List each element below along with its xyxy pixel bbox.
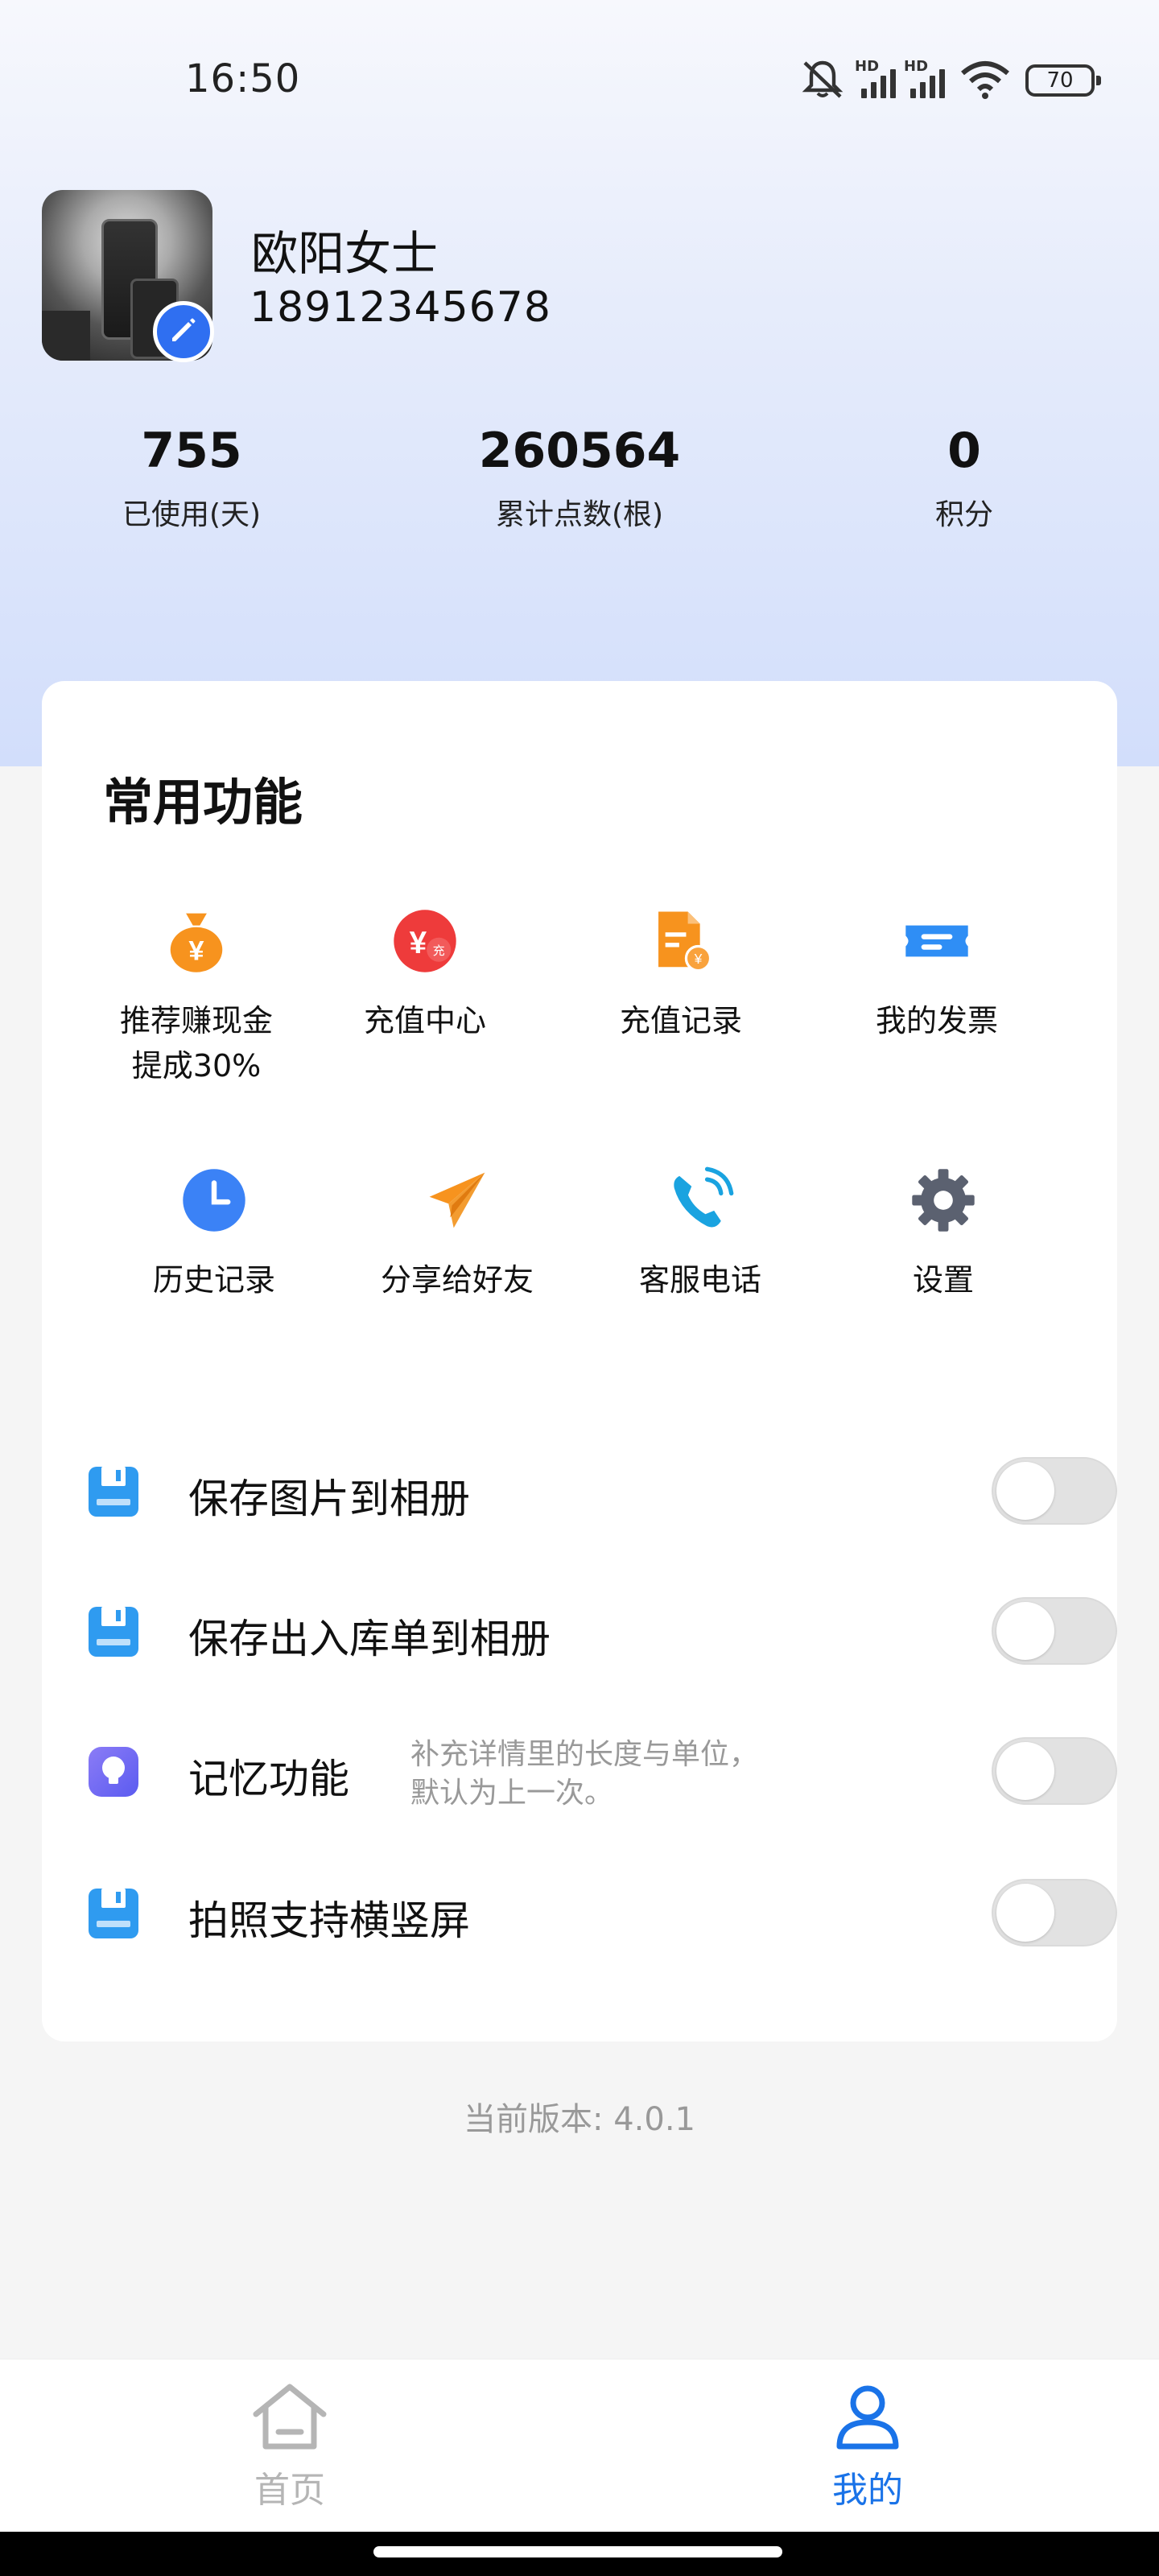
func-label: 历史记录 <box>152 1262 275 1298</box>
func-recharge-center[interactable]: ¥ 充 充值中心 <box>304 905 546 1043</box>
func-label-line1: 推荐赚现金 <box>119 1003 273 1038</box>
func-label: 分享给好友 <box>380 1262 534 1298</box>
stat-value: 755 <box>141 423 242 479</box>
pencil-icon <box>167 314 200 349</box>
func-label-line2: 提成30% <box>131 1048 262 1084</box>
func-history[interactable]: 历史记录 <box>93 1164 335 1302</box>
toggle-knob <box>996 1884 1054 1942</box>
phone-icon <box>664 1164 736 1236</box>
setting-save-image: 保存图片到相册 <box>42 1435 1117 1547</box>
stat-score[interactable]: 0 积分 <box>935 419 993 533</box>
recharge-yen-icon: ¥ 充 <box>389 905 461 977</box>
toggle-knob <box>996 1602 1054 1660</box>
save-image-toggle[interactable] <box>992 1457 1117 1525</box>
invoice-ticket-icon <box>901 905 973 977</box>
user-phone: 18912345678 <box>250 283 551 332</box>
functions-card: 常用功能 ¥ 推荐赚现金 提成30% ¥ 充 充值中心 ¥ 充值记录 我的发票 … <box>42 681 1117 2041</box>
svg-text:充: 充 <box>433 943 445 958</box>
record-document-icon: ¥ <box>645 905 717 977</box>
save-inout-order-toggle[interactable] <box>992 1597 1117 1665</box>
toggle-knob <box>996 1462 1054 1520</box>
func-label: 我的发票 <box>875 1003 998 1038</box>
func-label: 充值中心 <box>363 1003 486 1038</box>
setting-label: 保存出入库单到相册 <box>188 1616 551 1662</box>
svg-text:¥: ¥ <box>410 926 427 960</box>
setting-hint: 补充详情里的长度与单位， 默认为上一次。 <box>410 1736 758 1813</box>
nav-home-label: 首页 <box>254 2470 325 2511</box>
user-name: 欧阳女士 <box>251 226 439 281</box>
setting-save-inout-order: 保存出入库单到相册 <box>42 1575 1117 1687</box>
status-icons: HD HD 70 <box>798 56 1101 105</box>
stat-value: 0 <box>947 423 981 479</box>
func-my-invoice[interactable]: 我的发票 <box>816 905 1058 1043</box>
gear-icon <box>907 1164 980 1236</box>
version-text: 当前版本: 4.0.1 <box>464 2101 695 2138</box>
stat-value: 260564 <box>478 423 681 479</box>
setting-landscape-photo: 拍照支持横竖屏 <box>42 1856 1117 1969</box>
func-label: 充值记录 <box>619 1003 742 1038</box>
home-icon <box>250 2384 330 2454</box>
stat-label: 已使用(天) <box>122 498 262 531</box>
setting-label: 保存图片到相册 <box>188 1476 470 1522</box>
func-referral[interactable]: ¥ 推荐赚现金 提成30% <box>76 905 317 1088</box>
stat-total-points[interactable]: 260564 累计点数(根) <box>479 419 681 533</box>
battery-icon: 70 <box>1025 64 1101 97</box>
gesture-area <box>0 2532 1159 2576</box>
nav-mine[interactable]: 我的 <box>787 2382 948 2512</box>
signal-hd-icon: HD <box>855 58 896 98</box>
stats-row: 755 已使用(天) 260564 累计点数(根) 0 积分 <box>0 419 1159 547</box>
status-bar: 16:50 HD HD 70 <box>0 0 1159 161</box>
section-title: 常用功能 <box>103 773 303 832</box>
bottom-nav: 首页 我的 <box>0 2359 1159 2532</box>
hint-line1: 补充详情里的长度与单位， <box>410 1738 759 1771</box>
func-settings[interactable]: 设置 <box>823 1164 1064 1302</box>
svg-text:¥: ¥ <box>694 951 703 967</box>
stat-days-used[interactable]: 755 已使用(天) <box>122 419 261 533</box>
func-customer-service[interactable]: 客服电话 <box>580 1164 821 1302</box>
func-label: 客服电话 <box>638 1262 761 1298</box>
memory-toggle[interactable] <box>992 1737 1117 1805</box>
home-gesture-bar[interactable] <box>373 2546 782 2557</box>
nav-mine-label: 我的 <box>832 2470 903 2511</box>
func-recharge-records[interactable]: ¥ 充值记录 <box>560 905 802 1043</box>
landscape-photo-toggle[interactable] <box>992 1879 1117 1946</box>
user-icon <box>831 2385 904 2454</box>
setting-memory: 记忆功能 补充详情里的长度与单位， 默认为上一次。 <box>42 1715 1117 1827</box>
avatar-photo-detail <box>42 311 90 361</box>
func-label: 设置 <box>912 1262 974 1298</box>
save-disk-icon <box>85 1885 142 1942</box>
wifi-icon <box>959 59 1011 102</box>
hd-label: HD <box>855 58 880 75</box>
func-label: 推荐赚现金 提成30% <box>76 998 317 1088</box>
paper-plane-icon <box>421 1164 493 1236</box>
status-time: 16:50 <box>185 56 301 101</box>
money-bag-icon: ¥ <box>160 905 233 977</box>
battery-level: 70 <box>1046 68 1074 93</box>
func-share[interactable]: 分享给好友 <box>336 1164 578 1302</box>
lightbulb-icon <box>85 1744 142 1800</box>
stat-label: 累计点数(根) <box>495 498 664 531</box>
hint-line2: 默认为上一次。 <box>410 1777 614 1810</box>
save-disk-icon <box>85 1604 142 1660</box>
stat-label: 积分 <box>934 498 994 531</box>
hd-label: HD <box>904 58 929 75</box>
svg-text:¥: ¥ <box>188 936 204 967</box>
setting-label: 记忆功能 <box>188 1756 349 1802</box>
setting-label: 拍照支持横竖屏 <box>188 1897 470 1944</box>
bell-muted-icon <box>798 56 847 105</box>
signal-hd-icon: HD <box>904 58 945 98</box>
edit-avatar-button[interactable] <box>153 301 214 362</box>
nav-home[interactable]: 首页 <box>209 2382 370 2512</box>
save-disk-icon <box>85 1463 142 1520</box>
toggle-knob <box>996 1742 1054 1800</box>
clock-icon <box>178 1164 250 1236</box>
